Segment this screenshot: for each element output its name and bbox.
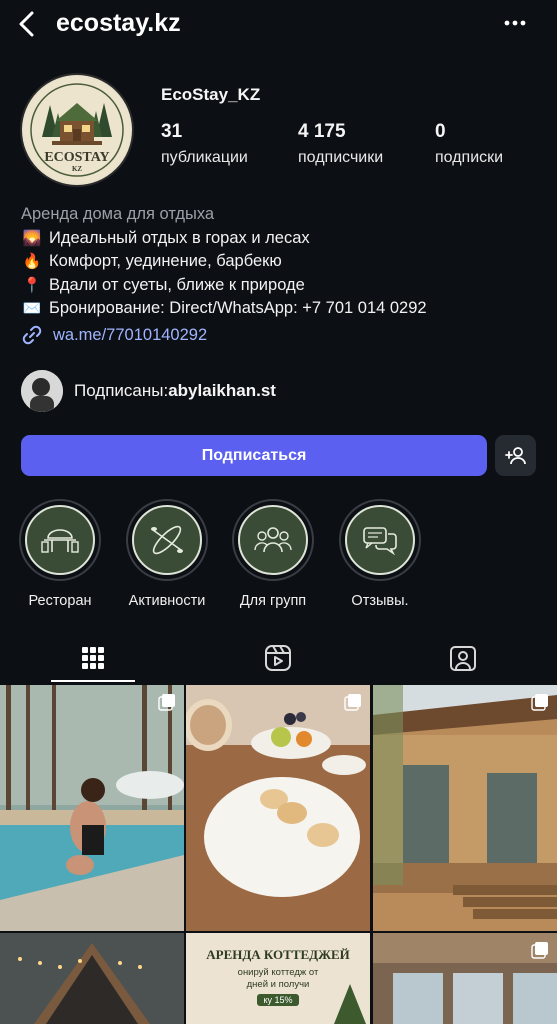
multiple-posts-icon (158, 694, 175, 711)
bio-line-text: Бронирование: Direct/WhatsApp: +7 701 01… (49, 299, 427, 317)
bio-line-text: Идеальный отдых в горах и лесах (49, 228, 310, 247)
bio-link[interactable]: wa.me/77010140292 (21, 324, 207, 346)
stat-posts-value: 31 (161, 121, 183, 142)
sunrise-emoji: 🌄 (22, 229, 42, 247)
pin-emoji: 📍 (22, 276, 42, 294)
follow-button[interactable]: Подписаться (21, 435, 487, 476)
profile-tabs (0, 632, 557, 684)
post-thumbnail[interactable]: АРЕНДА КОТТЕДЖЕЙ онируй коттедж от дней … (186, 933, 370, 1024)
bio-link-text[interactable]: wa.me/77010140292 (53, 326, 207, 345)
tagged-person-icon (450, 646, 476, 671)
highlight-ring (19, 499, 101, 581)
envelope-emoji: ✉️ (22, 300, 42, 317)
followed-by-user[interactable]: abylaikhan.st (168, 381, 276, 401)
chevron-left-icon[interactable] (14, 10, 40, 38)
grid-icon (82, 647, 104, 669)
stat-followers-label: подписчики (298, 149, 384, 166)
tab-tagged[interactable] (421, 632, 505, 684)
highlight-reviews[interactable]: Отзывы. (330, 499, 430, 609)
highlight-activities[interactable]: Активности (117, 499, 217, 609)
fire-emoji: 🔥 (22, 253, 42, 270)
bio-line: 🌄 Идеальный отдых в горах и лесах (21, 227, 541, 251)
post-image (0, 685, 184, 931)
group-icon (254, 527, 292, 553)
chat-bubbles-icon (363, 527, 397, 556)
followed-by-prefix: Подписаны: (74, 381, 169, 400)
followed-by[interactable]: Подписаны: abylaikhan.st (21, 370, 276, 412)
profile-avatar[interactable]: ECOSTAY KZ (20, 73, 134, 187)
post-thumbnail[interactable] (373, 933, 557, 1024)
highlight-label: Для групп (239, 593, 307, 609)
highlight-ring (339, 499, 421, 581)
post-thumbnail[interactable] (0, 933, 184, 1024)
svg-text:ECOSTAY: ECOSTAY (44, 150, 109, 165)
add-person-icon (504, 446, 526, 464)
stat-following-value: 0 (435, 121, 446, 142)
stat-following-label: подписки (435, 149, 504, 166)
svg-text:KZ: KZ (72, 165, 82, 173)
highlight-label: Отзывы. (351, 593, 409, 609)
highlight-label: Ресторан (28, 593, 92, 609)
post-thumbnail[interactable] (0, 685, 184, 931)
highlight-ring (232, 499, 314, 581)
stat-posts-label: публикации (161, 149, 248, 166)
bio-line-text: Вдали от суеты, ближе к природе (49, 275, 305, 294)
bio-line: ✉️ Бронирование: Direct/WhatsApp: +7 701 … (21, 297, 541, 321)
stat-followers[interactable]: 4 175 подписчики (298, 121, 383, 167)
link-icon (22, 325, 42, 345)
promo-title: АРЕНДА КОТТЕДЖЕЙ (206, 947, 350, 962)
post-image (186, 685, 370, 931)
ecostay-logo: ECOSTAY KZ (24, 77, 130, 183)
reels-icon (265, 645, 291, 671)
bio-category: Аренда дома для отдыха (21, 205, 215, 223)
promo-subtitle-line: дней и получи (246, 979, 310, 990)
highlight-groups[interactable]: Для групп (223, 499, 323, 609)
bio-line: 📍 Вдали от суеты, ближе к природе (21, 274, 541, 298)
tab-active-indicator (51, 680, 135, 682)
multiple-posts-icon (531, 942, 548, 959)
post-thumbnail[interactable] (186, 685, 370, 931)
post-thumbnail[interactable] (373, 685, 557, 931)
suggest-people-button[interactable] (495, 435, 536, 476)
post-image (373, 685, 557, 931)
restaurant-table-icon (41, 529, 79, 553)
bio-line: 🔥 Комфорт, уединение, барбекю (21, 250, 541, 274)
more-horizontal-icon[interactable] (502, 10, 528, 36)
posts-grid: АРЕНДА КОТТЕДЖЕЙ онируй коттедж от дней … (0, 685, 557, 1024)
promo-discount-text: ку 15% (257, 994, 299, 1006)
multiple-posts-icon (344, 694, 361, 711)
multiple-posts-icon (531, 694, 548, 711)
post-image (0, 933, 184, 1024)
highlight-label: Активности (128, 593, 206, 609)
kayak-icon (151, 525, 183, 555)
bio: Аренда дома для отдыха 🌄 Идеальный отдых … (21, 203, 541, 321)
profile-handle: ecostay.kz (56, 9, 181, 37)
stat-following[interactable]: 0 подписки (435, 121, 503, 167)
post-image (373, 933, 557, 1024)
promo-tree-decoration (334, 984, 366, 1024)
highlight-restaurant[interactable]: Ресторан (10, 499, 110, 609)
follower-avatar[interactable] (21, 370, 63, 412)
top-bar: ecostay.kz (0, 0, 557, 50)
tab-reels[interactable] (236, 632, 320, 684)
bio-line-text: Комфорт, уединение, барбекю (49, 252, 282, 270)
display-name: EcoStay_KZ (161, 85, 261, 104)
promo-subtitle-line: онируй коттедж от (237, 967, 319, 978)
stat-followers-value: 4 175 (298, 121, 346, 142)
highlight-ring (126, 499, 208, 581)
stat-posts[interactable]: 31 публикации (161, 121, 248, 167)
tab-grid[interactable] (51, 632, 135, 684)
